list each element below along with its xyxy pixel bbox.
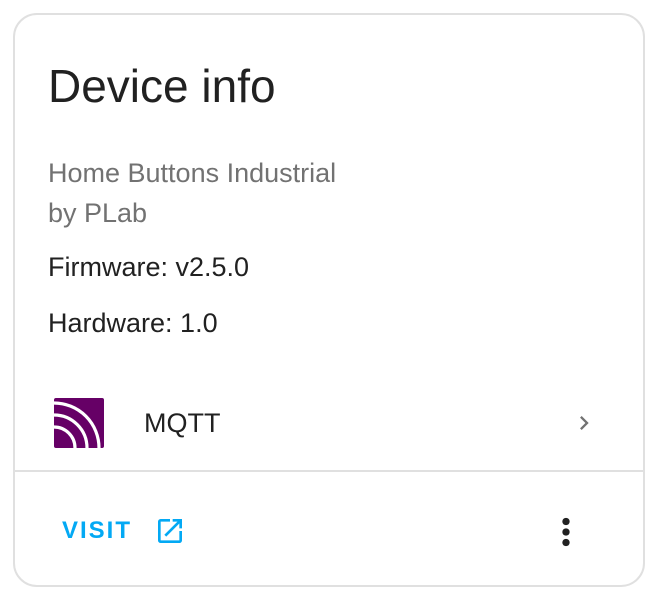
mqtt-logo-icon — [54, 398, 104, 448]
device-manufacturer: by PLab — [48, 198, 148, 228]
card-title: Device info — [48, 60, 276, 112]
device-model-name: Home Buttons Industrial — [48, 158, 337, 188]
visit-button[interactable]: VISIT — [62, 511, 186, 551]
visit-label: VISIT — [62, 517, 133, 544]
more-vertical-icon[interactable] — [545, 511, 587, 553]
device-model: Home Buttons Industrial by PLab — [48, 153, 336, 233]
device-info-card: Device info Home Buttons Industrial by P… — [13, 13, 645, 587]
firmware-version: Firmware: v2.5.0 — [48, 252, 250, 282]
open-in-new-icon — [158, 519, 183, 543]
integration-label: MQTT — [144, 408, 221, 438]
card-divider — [15, 470, 643, 472]
chevron-right-icon — [580, 416, 589, 430]
integration-row-mqtt[interactable]: MQTT — [15, 385, 643, 461]
hardware-version: Hardware: 1.0 — [48, 308, 218, 338]
